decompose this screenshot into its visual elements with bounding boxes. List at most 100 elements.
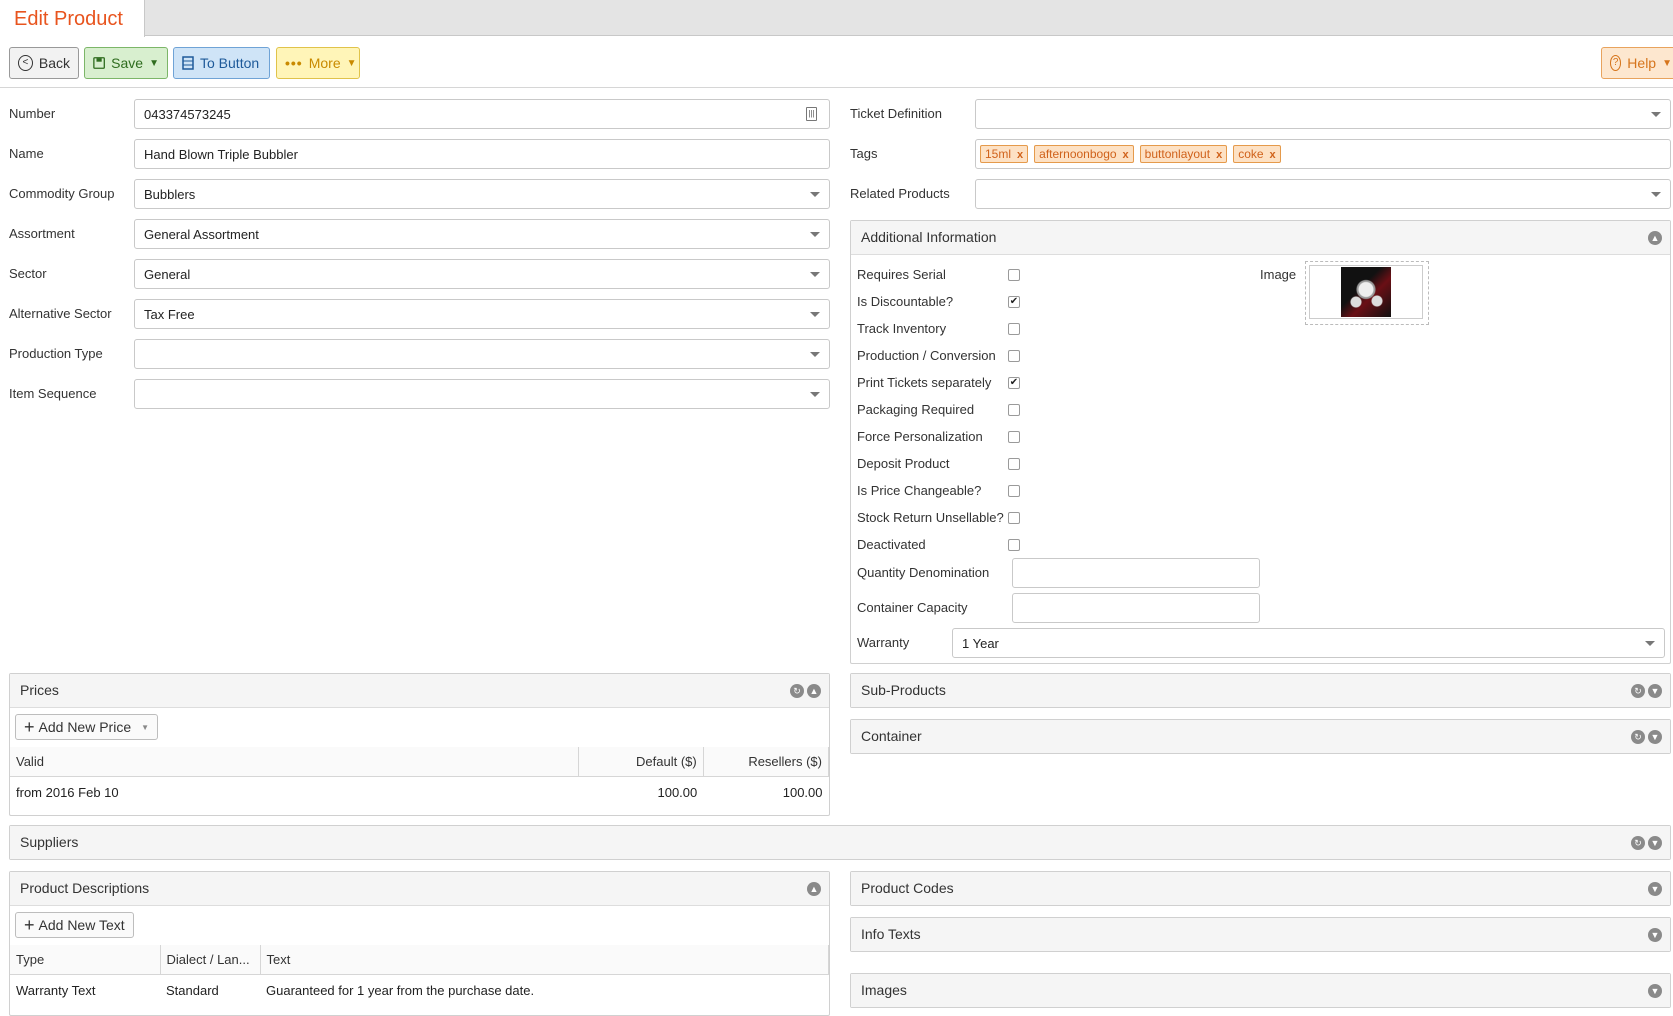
requires-serial-checkbox[interactable]	[1008, 269, 1020, 281]
table-row[interactable]: Warranty Text Standard Guaranteed for 1 …	[10, 975, 829, 1007]
image-dropzone[interactable]	[1305, 261, 1429, 325]
close-icon[interactable]: x	[1017, 149, 1023, 161]
additional-information-panel: Additional Information ▲ Requires Serial…	[850, 220, 1671, 664]
print-tickets-checkbox[interactable]: ✔	[1008, 377, 1020, 389]
chevron-down-icon[interactable]: ▼	[1648, 684, 1662, 698]
tag-chip: afternoonbogo x	[1034, 145, 1134, 163]
item-sequence-select[interactable]	[134, 379, 830, 409]
save-button[interactable]: Save ▼	[84, 47, 168, 79]
prices-header[interactable]: Prices ↻ ▲	[10, 674, 829, 708]
tag-label: coke	[1238, 147, 1264, 161]
track-inventory-checkbox[interactable]	[1008, 323, 1020, 335]
refresh-icon[interactable]: ↻	[790, 684, 804, 698]
is-price-changeable-label: Is Price Changeable?	[857, 483, 982, 498]
chevron-down-icon[interactable]: ▼	[1648, 836, 1662, 850]
force-personalization-label: Force Personalization	[857, 429, 983, 444]
container-header[interactable]: Container ↻ ▼	[851, 720, 1670, 753]
barcode-icon[interactable]: |||	[806, 107, 817, 121]
is-discountable-checkbox[interactable]: ✔	[1008, 296, 1020, 308]
deactivated-label: Deactivated	[857, 537, 926, 552]
refresh-icon[interactable]: ↻	[1631, 730, 1645, 744]
toolbar: < Back Save ▼ To Button ••• More ▼ ? Hel…	[0, 36, 1673, 88]
product-descriptions-header[interactable]: Product Descriptions ▲	[10, 872, 829, 906]
commodity-group-select[interactable]: Bubblers	[134, 179, 830, 209]
suppliers-header[interactable]: Suppliers ↻ ▼	[10, 826, 1670, 859]
sub-products-header[interactable]: Sub-Products ↻ ▼	[851, 674, 1670, 707]
warranty-value: 1 Year	[962, 636, 999, 651]
track-inventory-row: Track Inventory	[857, 321, 1020, 341]
deposit-product-label: Deposit Product	[857, 456, 950, 471]
column-header-type[interactable]: Type	[10, 945, 161, 975]
name-input[interactable]: Hand Blown Triple Bubbler	[134, 139, 830, 169]
chevron-up-icon[interactable]: ▲	[807, 684, 821, 698]
deposit-product-checkbox[interactable]	[1008, 458, 1020, 470]
alternative-sector-select[interactable]: Tax Free	[134, 299, 830, 329]
images-header[interactable]: Images ▼	[851, 974, 1670, 1007]
add-new-price-button[interactable]: + Add New Price ▼	[15, 714, 159, 740]
chevron-down-icon[interactable]: ▼	[1648, 730, 1662, 744]
container-capacity-input[interactable]	[1012, 593, 1260, 623]
info-texts-header[interactable]: Info Texts ▼	[851, 918, 1670, 951]
sector-select[interactable]: General	[134, 259, 830, 289]
additional-information-header[interactable]: Additional Information ▲	[851, 221, 1670, 255]
packaging-required-label: Packaging Required	[857, 402, 975, 417]
suppliers-title: Suppliers	[20, 834, 79, 850]
column-header-dialect[interactable]: Dialect / Lan...	[160, 945, 261, 975]
refresh-icon[interactable]: ↻	[1631, 836, 1645, 850]
product-codes-panel: Product Codes ▼	[850, 871, 1671, 906]
force-personalization-checkbox[interactable]	[1008, 431, 1020, 443]
column-header-resellers[interactable]: Resellers ($)	[703, 747, 830, 777]
help-button[interactable]: ? Help ▼	[1601, 47, 1673, 79]
ticket-definition-select[interactable]	[975, 99, 1671, 129]
back-button[interactable]: < Back	[9, 47, 79, 79]
chevron-down-icon[interactable]: ▼	[1648, 882, 1662, 896]
close-icon[interactable]: x	[1123, 149, 1129, 161]
tag-chip: buttonlayout x	[1139, 145, 1228, 163]
number-input[interactable]: 043374573245 |||	[134, 99, 830, 129]
add-new-text-button[interactable]: + Add New Text	[15, 912, 134, 938]
chevron-up-icon[interactable]: ▲	[807, 882, 821, 896]
ticket-definition-label: Ticket Definition	[850, 106, 942, 121]
quantity-denomination-input[interactable]	[1012, 558, 1260, 588]
description-type-cell: Warranty Text	[16, 983, 96, 998]
column-header-text[interactable]: Text	[260, 945, 829, 975]
chevron-up-icon[interactable]: ▲	[1648, 231, 1662, 245]
tab-edit-product[interactable]: Edit Product	[0, 0, 145, 37]
tags-input[interactable]: 15ml x afternoonbogo x buttonlayout x coke x	[975, 139, 1671, 169]
is-price-changeable-checkbox[interactable]	[1008, 485, 1020, 497]
column-header-default[interactable]: Default ($)	[578, 747, 704, 777]
related-products-select[interactable]	[975, 179, 1671, 209]
packaging-required-row: Packaging Required	[857, 402, 1020, 422]
more-button[interactable]: ••• More ▼	[276, 47, 360, 79]
warranty-select[interactable]: 1 Year	[952, 628, 1665, 658]
product-codes-header[interactable]: Product Codes ▼	[851, 872, 1670, 905]
column-header-valid[interactable]: Valid	[10, 747, 579, 777]
print-tickets-row: Print Tickets separately ✔	[857, 375, 1020, 395]
description-text-cell: Guaranteed for 1 year from the purchase …	[266, 983, 535, 998]
stock-return-checkbox[interactable]	[1008, 512, 1020, 524]
help-label: Help	[1627, 55, 1657, 71]
close-icon[interactable]: x	[1216, 149, 1222, 161]
image-label: Image	[1260, 267, 1297, 282]
number-value: 043374573245	[144, 107, 231, 122]
table-row[interactable]: from 2016 Feb 10 100.00 100.00	[10, 777, 829, 809]
chevron-down-icon[interactable]: ▼	[1648, 984, 1662, 998]
tags-label: Tags	[850, 146, 878, 161]
plus-icon: +	[24, 717, 35, 737]
container-panel: Container ↻ ▼	[850, 719, 1671, 754]
production-type-label: Production Type	[9, 346, 103, 361]
additional-information-title: Additional Information	[861, 229, 997, 245]
chevron-down-icon[interactable]: ▼	[1648, 928, 1662, 942]
deactivated-checkbox[interactable]	[1008, 539, 1020, 551]
force-personalization-row: Force Personalization	[857, 429, 1020, 449]
close-icon[interactable]: x	[1270, 149, 1276, 161]
production-conversion-checkbox[interactable]	[1008, 350, 1020, 362]
checkbox-list: Requires Serial Is Discountable? ✔ Track …	[857, 267, 1037, 607]
alternative-sector-value: Tax Free	[144, 307, 195, 322]
assortment-select[interactable]: General Assortment	[134, 219, 830, 249]
production-type-select[interactable]	[134, 339, 830, 369]
packaging-required-checkbox[interactable]	[1008, 404, 1020, 416]
sector-label: Sector	[9, 266, 47, 281]
to-button-button[interactable]: To Button	[173, 47, 270, 79]
refresh-icon[interactable]: ↻	[1631, 684, 1645, 698]
